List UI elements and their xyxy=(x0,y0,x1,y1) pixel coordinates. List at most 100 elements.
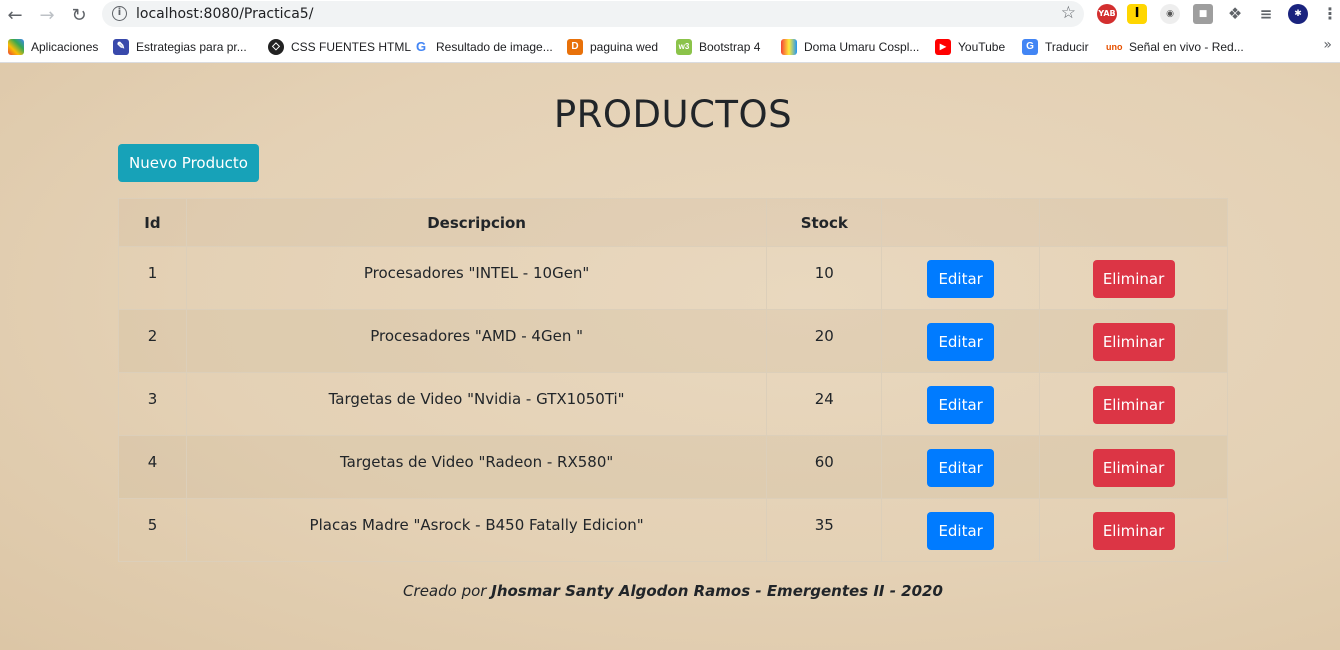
footer-author: Jhosmar Santy Algodon Ramos - Emergentes… xyxy=(491,582,943,600)
chevron-right-icon[interactable]: » xyxy=(1323,37,1332,53)
apps-grid-icon xyxy=(8,39,24,55)
bookmarks-bar: Aplicaciones ✎ Estrategias para pr... ◇ … xyxy=(0,31,1340,63)
cell-descripcion: Targetas de Video "Radeon - RX580" xyxy=(185,435,768,499)
cell-edit: Editar xyxy=(881,372,1041,436)
header-id: Id xyxy=(118,198,187,247)
cell-stock: 10 xyxy=(766,246,883,310)
codepen-icon: ◇ xyxy=(268,39,284,55)
yab-extension-icon[interactable]: YAB xyxy=(1097,4,1117,24)
delete-button[interactable]: Eliminar xyxy=(1092,323,1175,361)
w3-icon: w3 xyxy=(676,39,692,55)
edit-button[interactable]: Editar xyxy=(927,323,995,361)
youtube-icon: ▶ xyxy=(935,39,951,55)
table-row: 3 Targetas de Video "Nvidia - GTX1050Ti"… xyxy=(118,372,1228,436)
edit-button[interactable]: Editar xyxy=(927,386,995,424)
bookmark-css-fuentes[interactable]: ◇ CSS FUENTES HTML xyxy=(268,37,411,57)
cell-delete: Eliminar xyxy=(1039,372,1228,436)
google-icon: G xyxy=(413,39,429,55)
address-url[interactable]: localhost:8080/Practica5/ xyxy=(136,6,313,22)
bookmark-label: Traducir xyxy=(1045,40,1089,54)
cell-edit: Editar xyxy=(881,309,1041,373)
header-delete-column xyxy=(1039,198,1228,247)
shopping-bag-icon xyxy=(781,39,797,55)
bookmark-label: Bootstrap 4 xyxy=(699,40,761,54)
bookmark-label: Aplicaciones xyxy=(31,40,99,54)
header-edit-column xyxy=(881,198,1041,247)
edit-button[interactable]: Editar xyxy=(927,260,995,298)
cell-id: 5 xyxy=(118,498,187,562)
footer-prefix: Creado por xyxy=(403,582,487,600)
browser-toolbar: ← → ↻ i localhost:8080/Practica5/ ☆ YAB … xyxy=(0,0,1340,31)
site-info-icon[interactable]: i xyxy=(112,6,127,21)
header-descripcion: Descripcion xyxy=(185,198,768,247)
cell-delete: Eliminar xyxy=(1039,435,1228,499)
table-row: 5 Placas Madre "Asrock - B450 Fatally Ed… xyxy=(118,498,1228,562)
cell-delete: Eliminar xyxy=(1039,246,1228,310)
d-letter-icon: D xyxy=(567,39,583,55)
table-row: 1 Procesadores "INTEL - 10Gen" 10 Editar… xyxy=(118,246,1228,310)
extensions-puzzle-icon[interactable]: ❖ xyxy=(1225,4,1245,24)
profile-avatar[interactable]: ✱ xyxy=(1288,4,1308,24)
bookmark-paguina-wed[interactable]: D paguina wed xyxy=(567,37,658,57)
page-footer: Creado por Jhosmar Santy Algodon Ramos -… xyxy=(0,582,1340,600)
cell-edit: Editar xyxy=(881,498,1041,562)
cell-id: 3 xyxy=(118,372,187,436)
strategy-icon: ✎ xyxy=(113,39,129,55)
cell-delete: Eliminar xyxy=(1039,498,1228,562)
bookmark-label: paguina wed xyxy=(590,40,659,54)
table-header-row: Id Descripcion Stock xyxy=(118,198,1228,247)
uno-icon: uno xyxy=(1106,39,1123,55)
chrome-menu-icon[interactable]: ⋮ xyxy=(1320,4,1340,24)
bookmark-youtube[interactable]: ▶ YouTube xyxy=(935,37,1005,57)
bookmark-senal-en-vivo[interactable]: uno Señal en vivo - Red... xyxy=(1106,37,1244,57)
bookmark-star-icon[interactable]: ☆ xyxy=(1061,3,1076,23)
cell-id: 1 xyxy=(118,246,187,310)
bookmark-traducir[interactable]: G Traducir xyxy=(1022,37,1089,57)
delete-button[interactable]: Eliminar xyxy=(1092,260,1175,298)
bookmark-label: CSS FUENTES HTML xyxy=(291,40,412,54)
bookmark-estrategias[interactable]: ✎ Estrategias para pr... xyxy=(113,37,247,57)
cell-id: 2 xyxy=(118,309,187,373)
bookmark-resultado-imagen[interactable]: G Resultado de image... xyxy=(413,37,553,57)
new-product-button[interactable]: Nuevo Producto xyxy=(118,144,259,182)
cell-stock: 24 xyxy=(766,372,883,436)
cell-edit: Editar xyxy=(881,435,1041,499)
delete-button[interactable]: Eliminar xyxy=(1092,512,1175,550)
cell-id: 4 xyxy=(118,435,187,499)
forward-icon[interactable]: → xyxy=(34,3,60,29)
cell-stock: 20 xyxy=(766,309,883,373)
bookmark-doma-umaru[interactable]: Doma Umaru Cospl... xyxy=(781,37,919,57)
edit-button[interactable]: Editar xyxy=(927,512,995,550)
page-content: PRODUCTOS Nuevo Producto Id Descripcion … xyxy=(0,63,1340,650)
bookmark-label: Doma Umaru Cospl... xyxy=(804,40,920,54)
bookmark-label: Resultado de image... xyxy=(436,40,553,54)
products-table: Id Descripcion Stock 1 Procesadores "INT… xyxy=(118,198,1228,562)
delete-button[interactable]: Eliminar xyxy=(1092,386,1175,424)
delete-button[interactable]: Eliminar xyxy=(1092,449,1175,487)
page-title: PRODUCTOS xyxy=(553,93,793,136)
bookmark-label: Señal en vivo - Red... xyxy=(1129,40,1244,54)
pen-extension-icon[interactable]: I xyxy=(1127,4,1147,24)
bookmark-label: YouTube xyxy=(958,40,1006,54)
koala-extension-icon[interactable]: ◉ xyxy=(1160,4,1180,24)
address-bar[interactable]: i localhost:8080/Practica5/ ☆ xyxy=(102,1,1084,27)
cube-extension-icon[interactable]: ■ xyxy=(1193,4,1213,24)
translate-icon: G xyxy=(1022,39,1038,55)
cell-delete: Eliminar xyxy=(1039,309,1228,373)
bookmark-bootstrap[interactable]: w3 Bootstrap 4 xyxy=(676,37,760,57)
header-stock: Stock xyxy=(766,198,883,247)
cell-descripcion: Procesadores "INTEL - 10Gen" xyxy=(185,246,768,310)
table-row: 2 Procesadores "AMD - 4Gen " 20 Editar E… xyxy=(118,309,1228,373)
cell-stock: 35 xyxy=(766,498,883,562)
bookmark-apps[interactable]: Aplicaciones xyxy=(8,37,98,57)
media-control-icon[interactable]: ≡ xyxy=(1256,4,1276,24)
bookmark-label: Estrategias para pr... xyxy=(136,40,247,54)
cell-stock: 60 xyxy=(766,435,883,499)
table-row: 4 Targetas de Video "Radeon - RX580" 60 … xyxy=(118,435,1228,499)
cell-edit: Editar xyxy=(881,246,1041,310)
cell-descripcion: Placas Madre "Asrock - B450 Fatally Edic… xyxy=(185,498,768,562)
back-icon[interactable]: ← xyxy=(2,3,28,29)
cell-descripcion: Procesadores "AMD - 4Gen " xyxy=(185,309,768,373)
edit-button[interactable]: Editar xyxy=(927,449,995,487)
reload-icon[interactable]: ↻ xyxy=(66,3,92,29)
